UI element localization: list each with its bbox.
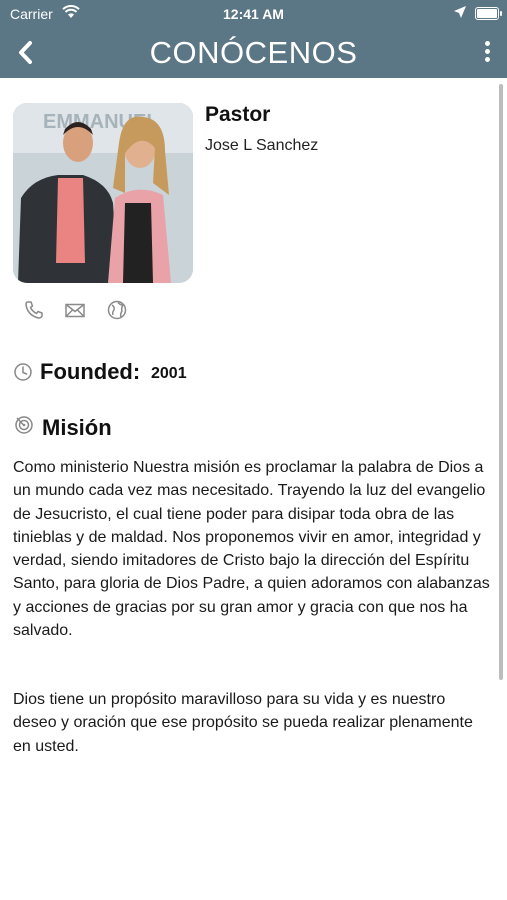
clock: 12:41 AM	[223, 6, 284, 22]
clock-icon	[13, 362, 33, 382]
battery-icon	[475, 7, 502, 20]
mision-label: Misión	[42, 415, 112, 440]
scrollbar[interactable]	[499, 84, 503, 680]
pastor-photo: EMMANUEL	[13, 103, 193, 283]
status-bar: Carrier 12:41 AM	[0, 0, 507, 28]
page-title: CONÓCENOS	[149, 35, 358, 70]
founded-label: Founded:	[40, 359, 141, 384]
mission-paragraph: Como ministerio Nuestra misión es procla…	[13, 459, 490, 640]
phone-icon[interactable]	[23, 299, 45, 321]
navigation-bar: CONÓCENOS	[0, 28, 507, 78]
founded-year: 2001	[151, 365, 187, 382]
location-arrow-icon	[453, 5, 467, 22]
mail-icon[interactable]	[64, 299, 86, 321]
pastor-role-label: Pastor	[205, 103, 271, 126]
pastor-name: Jose L Sanchez	[205, 137, 319, 154]
mission-paragraph: Dios tiene un propósito maravilloso para…	[13, 691, 473, 755]
globe-icon[interactable]	[106, 299, 128, 321]
target-icon	[14, 415, 34, 435]
more-vertical-icon[interactable]	[481, 38, 493, 68]
